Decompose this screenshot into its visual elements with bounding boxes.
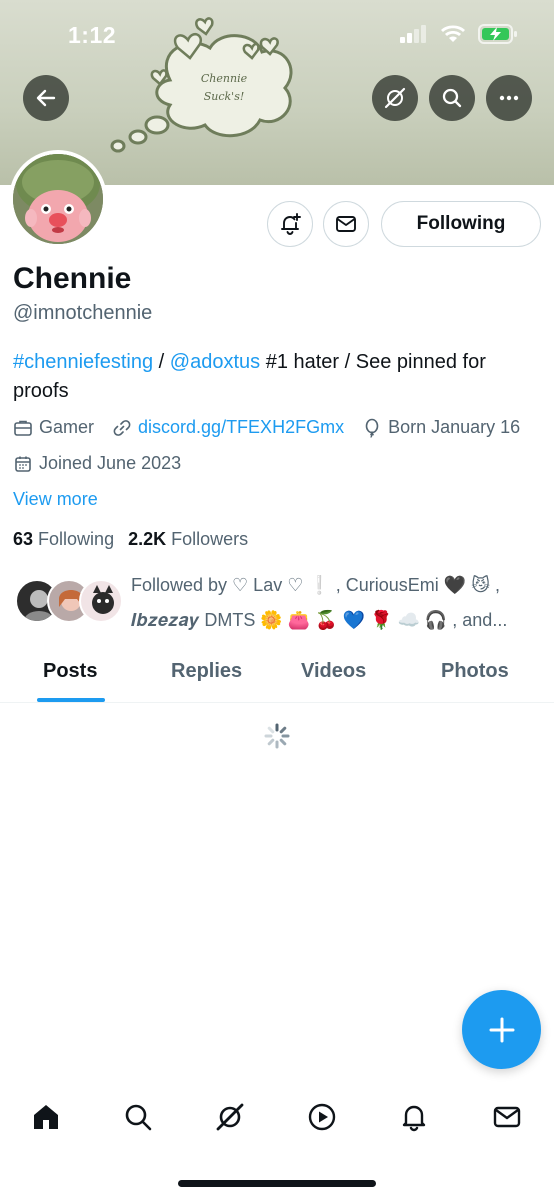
video-icon — [308, 1103, 336, 1131]
home-icon — [34, 1105, 58, 1129]
briefcase-icon — [14, 420, 32, 436]
nav-grok[interactable] — [213, 1100, 247, 1134]
followed-by-section[interactable]: Followed by ♡ Lav ♡ ❕ , CuriousEmi 🖤 😼 ,… — [13, 566, 543, 632]
follow-counts: 63 Following 2.2K Followers — [13, 529, 248, 550]
status-bar: 1:12 — [0, 0, 554, 70]
message-button[interactable] — [323, 201, 369, 247]
active-tab-indicator — [37, 698, 105, 702]
website-link[interactable]: discord.gg/TFEXH2FGmx — [138, 417, 344, 438]
nav-messages[interactable] — [490, 1100, 524, 1134]
search-button[interactable] — [429, 75, 475, 121]
following-count: 63 — [13, 529, 34, 549]
more-horizontal-icon — [499, 95, 519, 101]
bottom-navigation — [0, 1090, 554, 1144]
home-indicator — [178, 1180, 376, 1187]
battery-icon — [478, 24, 517, 44]
following-count-link[interactable]: 63 Following — [13, 529, 114, 550]
followers-count-link[interactable]: 2.2K Followers — [128, 529, 248, 550]
tab-photos[interactable]: Photos — [441, 660, 509, 683]
avatar-image — [13, 154, 103, 244]
search-icon — [442, 88, 462, 108]
followers-count: 2.2K — [128, 529, 167, 549]
category-label: Gamer — [39, 417, 95, 437]
wifi-icon — [441, 25, 465, 42]
tab-videos[interactable]: Videos — [301, 660, 366, 683]
profile-meta-row-1: Gamer discord.gg/TFEXH2FGmx Born January… — [13, 417, 538, 438]
status-icons — [400, 24, 518, 44]
handle: @imnotchennie — [13, 302, 153, 324]
display-name: Chennie — [13, 262, 132, 295]
nav-home[interactable] — [29, 1100, 63, 1134]
nav-video[interactable] — [305, 1100, 339, 1134]
grok-button[interactable] — [372, 75, 418, 121]
bell-plus-icon — [281, 213, 301, 235]
compose-post-button[interactable] — [462, 990, 541, 1069]
balloon-icon — [365, 418, 379, 438]
birthday-item: Born January 16 — [362, 417, 520, 438]
birthday-label: Born January 16 — [388, 417, 521, 437]
loading-spinner-icon — [264, 723, 290, 749]
grok-icon — [216, 1103, 244, 1131]
bio-mention-link[interactable]: @adoxtus — [170, 351, 260, 373]
calendar-icon — [15, 456, 31, 472]
grok-icon — [384, 87, 406, 109]
profile-tabs: Posts Replies Videos Photos — [0, 646, 554, 703]
followers-label: Followers — [171, 529, 249, 549]
profile-meta-row-2: Joined June 2023 — [13, 453, 199, 474]
arrow-left-icon — [36, 89, 56, 107]
status-time: 1:12 — [68, 22, 117, 48]
view-more-link[interactable]: View more — [13, 489, 98, 510]
followed-by-line-2-rest: DMTS 🌼 👛 🍒 💙 🌹 ☁️ 🎧 , and... — [199, 610, 508, 630]
following-button[interactable]: Following — [381, 201, 541, 247]
followed-by-fancy-name: 𝑰𝒃𝒛𝒆𝒛𝒂𝒚 — [131, 610, 200, 631]
nav-notifications[interactable] — [397, 1100, 431, 1134]
profile-avatar[interactable] — [9, 150, 107, 248]
followed-by-line-1: Followed by ♡ Lav ♡ ❕ , CuriousEmi 🖤 😼 , — [131, 575, 500, 595]
notifications-icon — [402, 1105, 426, 1132]
link-icon — [113, 419, 131, 436]
website-item[interactable]: discord.gg/TFEXH2FGmx — [112, 417, 344, 438]
joined-label: Joined June 2023 — [39, 453, 182, 473]
plus-icon — [489, 1017, 514, 1042]
bio-separator: / — [153, 351, 170, 373]
bio: #chenniefesting / @adoxtus #1 hater / Se… — [13, 348, 533, 406]
tab-posts[interactable]: Posts — [43, 660, 97, 683]
nav-search[interactable] — [121, 1100, 155, 1134]
signal-icon — [400, 25, 426, 43]
cloud-text-2: Suck's! — [204, 90, 245, 103]
tab-replies[interactable]: Replies — [171, 660, 242, 683]
followers-you-know-avatars — [15, 579, 125, 625]
category-item: Gamer — [13, 417, 94, 438]
following-label: Following — [38, 529, 115, 549]
mutual-avatar-3 — [79, 579, 123, 623]
followed-by-line-2: 𝑰𝒃𝒛𝒆𝒛𝒂𝒚 DMTS 🌼 👛 🍒 💙 🌹 ☁️ 🎧 , and... — [131, 603, 526, 638]
more-button[interactable] — [486, 75, 532, 121]
messages-icon — [493, 1106, 521, 1128]
joined-item: Joined June 2023 — [13, 453, 181, 474]
search-icon — [125, 1104, 152, 1131]
cloud-text-1: Chennie — [201, 72, 248, 85]
notifications-subscribe-button[interactable] — [267, 201, 313, 247]
back-button[interactable] — [23, 75, 69, 121]
bio-hashtag-link[interactable]: #chenniefesting — [13, 351, 153, 373]
followed-by-text: Followed by ♡ Lav ♡ ❕ , CuriousEmi 🖤 😼 ,… — [131, 568, 526, 638]
envelope-icon — [336, 216, 356, 232]
